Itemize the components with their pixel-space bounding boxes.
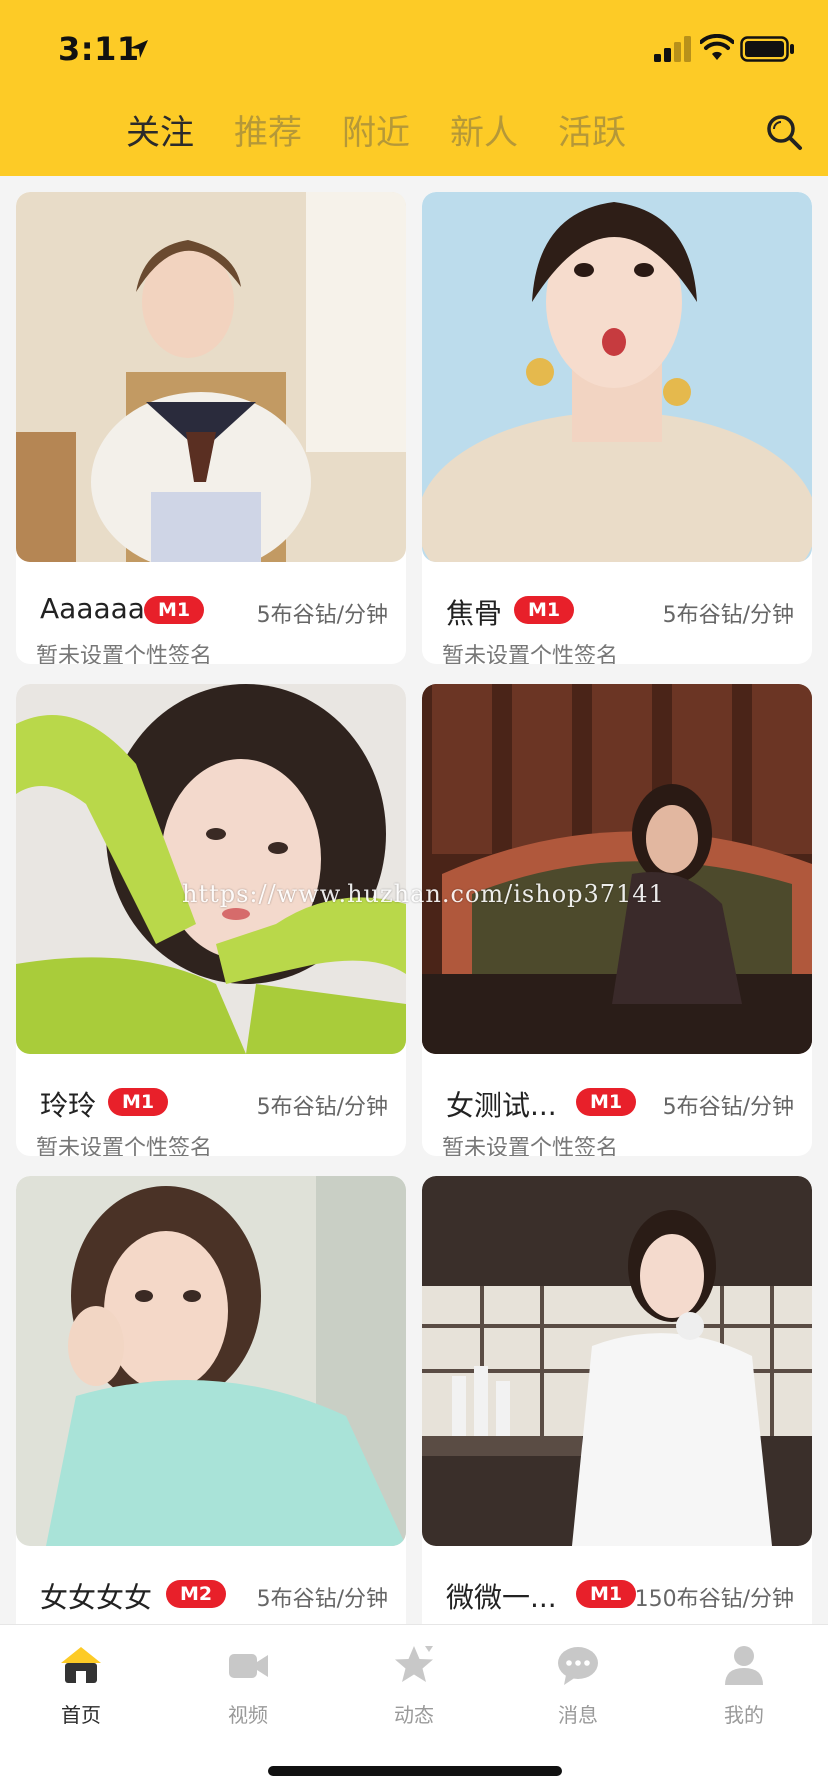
video-camera-icon bbox=[229, 1654, 268, 1678]
star-icon bbox=[395, 1646, 433, 1682]
battery-icon bbox=[740, 36, 794, 62]
user-card[interactable]: Aaaaaa M1 5布谷钻/分钟 暂未设置个性签名 bbox=[16, 192, 406, 664]
user-name: 焦骨 bbox=[446, 597, 503, 630]
user-photo bbox=[422, 684, 812, 1054]
tab-active[interactable]: 活跃 bbox=[558, 110, 626, 156]
call-rate: 5布谷钻/分钟 bbox=[256, 1095, 388, 1120]
search-icon[interactable] bbox=[764, 112, 804, 152]
chat-bubble-icon bbox=[558, 1647, 598, 1685]
tab-recommend[interactable]: 推荐 bbox=[234, 110, 302, 156]
tab-newcomer[interactable]: 新人 bbox=[450, 110, 518, 156]
user-photo bbox=[422, 1176, 812, 1546]
call-rate: 150布谷钻/分钟 bbox=[634, 1587, 794, 1612]
call-rate: 5布谷钻/分钟 bbox=[662, 1095, 794, 1120]
user-photo bbox=[16, 1176, 406, 1546]
cellular-signal-icon bbox=[654, 36, 691, 62]
tab-follow[interactable]: 关注 bbox=[126, 110, 194, 156]
watermark-text: https://www.huzhan.com/ishop37141 bbox=[182, 880, 665, 908]
user-photo bbox=[16, 192, 406, 562]
user-signature: 暂未设置个性签名 bbox=[36, 1136, 213, 1156]
user-name: 微微一... bbox=[446, 1581, 557, 1614]
user-name: 女女女女 bbox=[40, 1581, 153, 1614]
nav-label: 视频 bbox=[228, 1703, 268, 1727]
user-card[interactable]: 女女女女 M2 5布谷钻/分钟 bbox=[16, 1176, 406, 1624]
call-rate: 5布谷钻/分钟 bbox=[256, 603, 388, 628]
nav-video[interactable]: 视频 bbox=[193, 1643, 303, 1728]
header: 3:11 关注 推荐 附近 新人 活跃 bbox=[0, 0, 828, 176]
nav-label: 动态 bbox=[394, 1703, 434, 1727]
nav-profile[interactable]: 我的 bbox=[689, 1643, 799, 1728]
location-arrow-icon bbox=[130, 40, 148, 58]
home-indicator[interactable] bbox=[268, 1766, 562, 1776]
home-icon bbox=[61, 1647, 101, 1683]
level-badge: M1 bbox=[576, 1088, 637, 1116]
user-signature: 暂未设置个性签名 bbox=[442, 644, 619, 664]
nav-home[interactable]: 首页 bbox=[26, 1643, 136, 1728]
user-signature: 暂未设置个性签名 bbox=[442, 1136, 619, 1156]
user-signature: 暂未设置个性签名 bbox=[36, 644, 213, 664]
nav-moments[interactable]: 动态 bbox=[359, 1643, 469, 1728]
level-badge: M2 bbox=[166, 1580, 227, 1608]
user-card[interactable]: 微微一... M1 150布谷钻/分钟 bbox=[422, 1176, 812, 1624]
nav-messages[interactable]: 消息 bbox=[523, 1643, 633, 1728]
top-tab-bar: 关注 推荐 附近 新人 活跃 bbox=[126, 110, 626, 156]
nav-label: 消息 bbox=[558, 1703, 598, 1727]
level-badge: M1 bbox=[514, 596, 575, 624]
call-rate: 5布谷钻/分钟 bbox=[662, 603, 794, 628]
level-badge: M1 bbox=[108, 1088, 169, 1116]
user-name: Aaaaaa bbox=[40, 592, 145, 625]
person-icon bbox=[725, 1646, 763, 1685]
level-badge: M1 bbox=[576, 1580, 637, 1608]
user-card[interactable]: 女测试... M1 5布谷钻/分钟 暂未设置个性签名 bbox=[422, 684, 812, 1156]
call-rate: 5布谷钻/分钟 bbox=[256, 1587, 388, 1612]
nav-label: 我的 bbox=[724, 1703, 764, 1727]
user-photo bbox=[422, 192, 812, 562]
user-card[interactable]: 焦骨 M1 5布谷钻/分钟 暂未设置个性签名 bbox=[422, 192, 812, 664]
user-name: 玲玲 bbox=[40, 1089, 97, 1122]
tab-nearby[interactable]: 附近 bbox=[342, 110, 410, 156]
user-name: 女测试... bbox=[446, 1089, 557, 1122]
user-card[interactable]: 玲玲 M1 5布谷钻/分钟 暂未设置个性签名 bbox=[16, 684, 406, 1156]
level-badge: M1 bbox=[144, 596, 205, 624]
wifi-icon bbox=[700, 34, 734, 60]
nav-label: 首页 bbox=[61, 1703, 101, 1727]
user-photo bbox=[16, 684, 406, 1054]
app-screen: 3:11 关注 推荐 附近 新人 活跃 Aaaaaa M1 5布谷钻/分钟 暂未… bbox=[0, 0, 828, 1792]
